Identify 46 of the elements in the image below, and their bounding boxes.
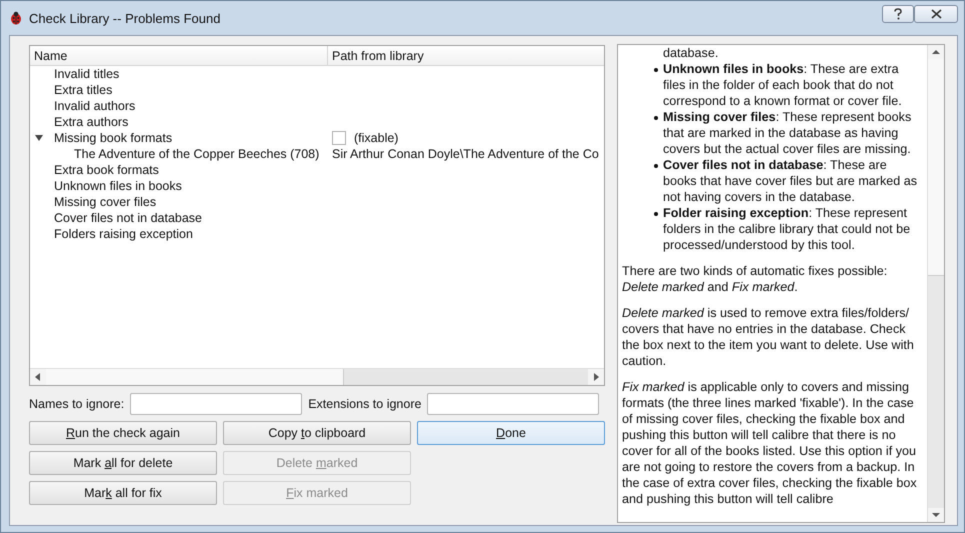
horizontal-scrollbar[interactable] [30,368,604,385]
path-text: Sir Arthur Conan Doyle\The Adventure of the Co [332,147,599,161]
fixable-checkbox[interactable] [332,131,346,145]
help-text: Delete marked is used to remove extra files/folders/ covers that have no entries in the database. Check the box next to the item you want to delete. Use with caution. [622,305,915,369]
tree-item[interactable]: Cover files not in database [54,211,202,225]
tree-item[interactable]: Extra book formats [54,163,159,177]
column-header[interactable]: Path from library [328,46,604,65]
ignore-input-field[interactable] [130,393,302,415]
tree-item[interactable]: Invalid titles [54,67,120,81]
path-text: (fixable) [354,131,398,145]
help-text: database. [662,45,720,61]
close-button[interactable] [914,5,958,23]
tree-item[interactable]: Invalid authors [54,99,136,113]
tree-item[interactable]: Extra authors [54,115,128,129]
help-text: Missing cover files: These represent books that are marked in the database as having covers but the actual cover files are missing. [663,109,912,157]
help-text: Unknown files in books: These are extra files in the folder of each book that do not correspond to a known format or cover file. [663,61,903,109]
bullet-icon [654,68,658,72]
dialog-button[interactable]: Copy to clipboard [223,421,411,445]
bullet-icon [654,116,658,120]
tree-item[interactable]: Extra titles [54,83,112,97]
dialog-button[interactable]: Mark all for fix [29,481,217,505]
help-text: There are two kinds of automatic fixes possible: Delete marked and Fix marked. [622,263,888,295]
dialog-button[interactable]: Done [417,421,605,445]
bullet-icon [654,164,658,168]
dialog-button[interactable]: Run the check again [29,421,217,445]
help-text: Folder raising exception: These represent folders in the calibre library that could not be processed/understood by this tool. [663,205,912,253]
vertical-scrollbar[interactable] [927,45,944,522]
field-label: Extensions to ignore [308,397,422,411]
help-button[interactable] [882,5,914,23]
help-text: Fix marked is applicable only to covers and missing formats (the three lines marked 'fixable'). In the case of missing cover files, checking the fixable box and pushing this button will tell calibre that there is no cover for all of the books listed. Use this option if you are not going to restore the covers from a backup. In the case of extra cover files, checking the fixable box and pushing this button will tell calibre [622,379,918,507]
dialog-button[interactable]: Mark all for delete [29,451,217,475]
field-label: Names to ignore: [29,397,124,411]
help-text: Cover files not in database: These are books that have cover files but are marked as not having covers in the database. [663,157,918,205]
window-title: Check Library -- Problems Found [29,10,220,26]
tree-item[interactable]: Missing cover files [54,195,156,209]
collapse-arrow-icon[interactable] [34,134,44,142]
bullet-icon [654,212,658,216]
question-mark-icon [893,8,903,20]
column-header[interactable]: Name [30,46,328,65]
tree-item[interactable]: Unknown files in books [54,179,182,193]
ladybug-icon [9,11,23,25]
tree-item[interactable]: The Adventure of the Copper Beeches (708) [74,147,320,161]
tree-item[interactable]: Folders raising exception [54,227,193,241]
ignore-input-field[interactable] [427,393,600,415]
tree-item[interactable]: Missing book formats [54,131,172,145]
close-icon [930,9,942,19]
